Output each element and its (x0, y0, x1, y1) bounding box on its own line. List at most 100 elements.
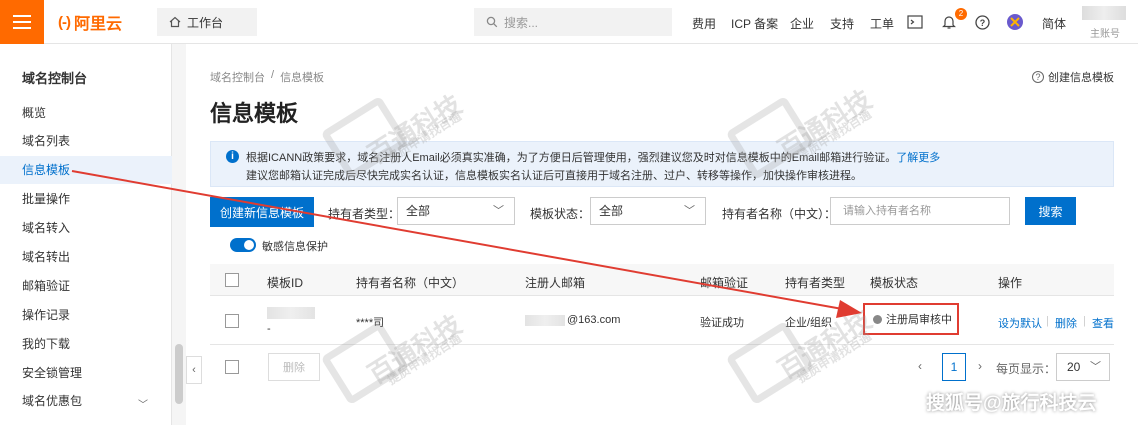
col-status: 模板状态 (870, 276, 919, 290)
workbench-button[interactable]: 工作台 (157, 8, 257, 36)
aliyun-logo[interactable]: (-) 阿里云 (58, 12, 123, 34)
template-id-suffix: - (267, 323, 271, 335)
holder-name-input[interactable]: 请输入持有者名称 (830, 197, 1010, 225)
search-button[interactable]: 搜索 (1025, 197, 1076, 225)
table-header: 模板ID 持有者名称（中文） 注册人邮箱 邮箱验证 持有者类型 模板状态 操作 (210, 264, 1114, 296)
nav-fees[interactable]: 费用 (692, 15, 716, 32)
sensitive-info-label: 敏感信息保护 (262, 241, 328, 253)
col-email-verify: 邮箱验证 (700, 276, 749, 290)
breadcrumb-current: 信息模板 (280, 72, 325, 84)
svg-text:?: ? (979, 18, 985, 28)
page-title: 信息模板 (210, 101, 299, 126)
email: @163.com (567, 314, 621, 326)
learn-more-link[interactable]: 了解更多 (896, 152, 940, 164)
terminal-icon[interactable] (906, 13, 924, 31)
logo-mark: (-) (58, 13, 71, 31)
chevron-down-icon: ﹀ (1090, 361, 1101, 373)
sidebar: 域名控制台 概览 域名列表 信息模板 批量操作 域名转入 域名转出 邮箱验证 操… (0, 44, 172, 425)
sidebar-collapse-button[interactable]: ‹ (186, 356, 202, 384)
action-separator: | (1046, 315, 1049, 327)
set-default-link[interactable]: 设为默认 (998, 315, 1042, 331)
email-redacted (525, 315, 565, 326)
delete-link[interactable]: 删除 (1055, 315, 1077, 331)
source-watermark: 搜狐号@旅行科技云 (926, 393, 1097, 414)
holder-name-label: 持有者名称（中文）： (722, 207, 837, 221)
nav-support[interactable]: 支持 (830, 15, 854, 32)
sidebar-item-operation-log[interactable]: 操作记录 (0, 301, 172, 329)
status-badge: 注册局审核中 (863, 303, 959, 335)
current-page[interactable]: 1 (942, 353, 966, 381)
sidebar-item-email-verify[interactable]: 邮箱验证 (0, 272, 172, 300)
account-type: 主账号 (1090, 29, 1120, 40)
page-size-label: 每页显示： (996, 362, 1057, 376)
account-name[interactable] (1082, 6, 1126, 20)
chevron-down-icon: ﹀ (684, 205, 695, 217)
workbench-label: 工作台 (187, 15, 224, 30)
email-verified: 验证成功 (700, 317, 744, 329)
top-bar: (-) 阿里云 工作台 搜索... 费用 ICP 备案 企业 支持 工单 2 ?… (0, 0, 1138, 44)
status-text: 注册局审核中 (886, 314, 952, 326)
breadcrumb: 域名控制台 / 信息模板 (210, 69, 324, 85)
sidebar-item-downloads[interactable]: 我的下载 (0, 330, 172, 358)
col-holder-name: 持有者名称（中文） (356, 276, 465, 290)
help-icon[interactable]: ? (973, 13, 991, 31)
sidebar-item-transfer-out[interactable]: 域名转出 (0, 243, 172, 271)
scrollbar-thumb[interactable] (175, 344, 183, 404)
next-page-icon[interactable]: › (978, 359, 982, 373)
notification-badge: 2 (955, 8, 967, 20)
row-checkbox[interactable] (225, 314, 239, 328)
sidebar-item-overview[interactable]: 概览 (0, 99, 172, 127)
template-status-select[interactable]: 全部 ﹀ (590, 197, 706, 225)
col-template-id: 模板ID (267, 276, 304, 290)
sidebar-item-security-lock[interactable]: 安全锁管理 (0, 359, 172, 387)
sidebar-item-templates[interactable]: 信息模板 (0, 156, 172, 184)
app-icon[interactable] (1006, 13, 1024, 31)
toggle-knob (244, 240, 254, 250)
menu-icon[interactable] (0, 0, 44, 44)
sidebar-item-domain-list[interactable]: 域名列表 (0, 127, 172, 155)
logo-text: 阿里云 (74, 16, 123, 33)
batch-delete-button[interactable]: 删除 (268, 353, 320, 381)
help-link-label: 创建信息模板 (1048, 72, 1114, 84)
chevron-down-icon[interactable]: ﹀ (138, 396, 148, 411)
col-holder-type: 持有者类型 (785, 276, 846, 290)
nav-ticket[interactable]: 工单 (870, 15, 894, 32)
col-email: 注册人邮箱 (525, 276, 586, 290)
holder-type-value: 全部 (406, 204, 431, 218)
sidebar-title: 域名控制台 (22, 71, 88, 86)
page-size-value: 20 (1067, 360, 1081, 374)
footer-select-checkbox[interactable] (225, 360, 239, 374)
create-template-help-link[interactable]: ? 创建信息模板 (1032, 69, 1114, 85)
search-icon (486, 16, 498, 28)
holder-type-label: 持有者类型： (328, 207, 401, 221)
sensitive-info-toggle[interactable] (230, 238, 256, 252)
nav-icp[interactable]: ICP 备案 (731, 15, 778, 32)
holder-type-select[interactable]: 全部 ﹀ (397, 197, 515, 225)
template-status-label: 模板状态： (530, 207, 591, 221)
col-actions: 操作 (998, 276, 1023, 290)
language-switch[interactable]: 简体 (1042, 15, 1066, 32)
nav-enterprise[interactable]: 企业 (790, 15, 814, 32)
chevron-down-icon: ﹀ (493, 205, 504, 217)
home-icon (169, 16, 181, 28)
template-status-value: 全部 (599, 204, 624, 218)
holder-name-placeholder: 请输入持有者名称 (843, 205, 931, 217)
pending-icon (873, 314, 882, 324)
view-link[interactable]: 查看 (1092, 315, 1114, 331)
template-id-redacted (267, 307, 315, 319)
search-input[interactable]: 搜索... (474, 8, 672, 36)
page-size-select[interactable]: 20 ﹀ (1056, 353, 1110, 381)
select-all-checkbox[interactable] (225, 273, 239, 287)
breadcrumb-sep: / (271, 69, 275, 81)
breadcrumb-root[interactable]: 域名控制台 (210, 69, 265, 85)
question-icon: ? (1032, 71, 1044, 83)
action-separator: | (1083, 315, 1086, 327)
sidebar-item-transfer-in[interactable]: 域名转入 (0, 214, 172, 242)
holder-type: 企业/组织 (785, 317, 833, 329)
table-row: - ****司 @163.com 验证成功 企业/组织 注册局审核中 设为默认 … (210, 297, 1114, 345)
sidebar-scrollbar[interactable] (172, 44, 186, 425)
info-icon: i (226, 150, 239, 163)
create-template-button[interactable]: 创建新信息模板 (210, 197, 314, 227)
prev-page-icon[interactable]: ‹ (918, 359, 922, 373)
sidebar-item-batch[interactable]: 批量操作 (0, 185, 172, 213)
